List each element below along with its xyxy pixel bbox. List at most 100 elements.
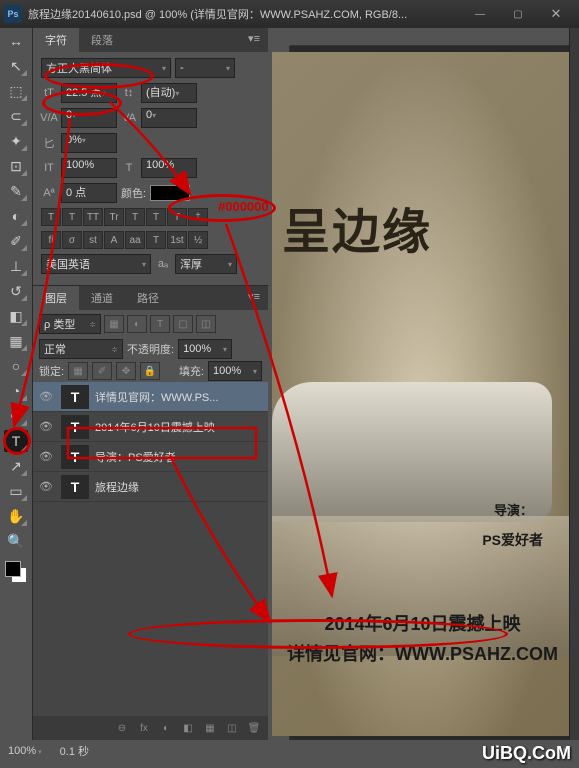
delete-layer-icon[interactable]: 🗑	[244, 720, 264, 736]
visibility-icon[interactable]: 👁	[37, 480, 55, 493]
eraser-tool[interactable]: ◧	[4, 305, 28, 327]
vscale-input[interactable]: 100%	[61, 158, 117, 178]
lock-row: 锁定: ▦ ✐ ✥ 🔒 填充: 100%▾	[33, 360, 268, 382]
document-title: 旅程边缘20140610.psd @ 100% (详情见官网：WWW.PSAHZ…	[28, 6, 461, 22]
antialiasing-select[interactable]: 浑厚▾	[175, 254, 237, 274]
titling-alt[interactable]: T	[146, 231, 166, 249]
zoom-level[interactable]: 100%▾	[8, 745, 42, 757]
tsume-icon: 匕	[41, 135, 57, 151]
layers-menu-icon[interactable]: ▾≡	[240, 286, 268, 310]
tab-paths[interactable]: 路径	[125, 286, 171, 310]
tab-paragraph[interactable]: 段落	[79, 28, 125, 52]
visibility-icon[interactable]: 👁	[37, 390, 55, 403]
group-icon[interactable]: ▦	[200, 720, 220, 736]
layer-name[interactable]: 导演：PS爱好者	[95, 449, 176, 465]
gradient-tool[interactable]: ▦	[4, 330, 28, 352]
wand-tool[interactable]: ✦	[4, 130, 28, 152]
lock-all-icon[interactable]: 🔒	[140, 362, 160, 380]
tab-character[interactable]: 字符	[33, 28, 79, 52]
layer-name[interactable]: 旅程边缘	[95, 479, 139, 495]
leading-input[interactable]: (自动)▾	[141, 83, 197, 103]
shape-tool[interactable]: ▭	[4, 480, 28, 502]
move-tool[interactable]: ↖	[4, 55, 28, 77]
tracking-icon: VA	[121, 112, 137, 124]
tab-channels[interactable]: 通道	[79, 286, 125, 310]
visibility-icon[interactable]: 👁	[37, 420, 55, 433]
pen-tool[interactable]: ✒	[4, 405, 28, 427]
filter-kind-select[interactable]: ρ 类型≑	[39, 314, 101, 334]
faux-bold[interactable]: T	[41, 208, 61, 226]
new-layer-icon[interactable]: ◫	[222, 720, 242, 736]
lock-trans-icon[interactable]: ▦	[68, 362, 88, 380]
blend-mode-select[interactable]: 正常≑	[39, 339, 123, 359]
dodge-tool[interactable]: ◔	[4, 380, 28, 402]
tab-layers[interactable]: 图层	[33, 286, 79, 310]
brush-tool[interactable]: ✐	[4, 230, 28, 252]
fill-input[interactable]: 100%▾	[208, 361, 262, 381]
color-label: 颜色:	[121, 185, 146, 201]
all-caps[interactable]: TT	[83, 208, 103, 226]
collapsed-panels[interactable]	[569, 28, 579, 740]
filter-shape-icon[interactable]: ▢	[173, 315, 193, 333]
filter-adjust-icon[interactable]: ◐	[127, 315, 147, 333]
filter-pixel-icon[interactable]: ▦	[104, 315, 124, 333]
ordinals[interactable]: 1st	[167, 231, 187, 249]
contextual-alt[interactable]: σ	[62, 231, 82, 249]
faux-italic[interactable]: T	[62, 208, 82, 226]
vscale-icon: IT	[41, 162, 57, 174]
blur-tool[interactable]: ○	[4, 355, 28, 377]
color-swatches[interactable]	[3, 559, 29, 585]
filter-type-icon[interactable]: T	[150, 315, 170, 333]
mask-icon[interactable]: ◐	[156, 720, 176, 736]
hscale-input[interactable]: 100%	[141, 158, 197, 178]
ligatures[interactable]: fi	[41, 231, 61, 249]
annotation-website-ellipse	[128, 619, 508, 649]
hand-tool[interactable]: ✋	[4, 505, 28, 527]
lasso-tool[interactable]: ⊂	[4, 105, 28, 127]
tsume-input[interactable]: 0%▾	[61, 133, 117, 153]
lock-pos-icon[interactable]: ✥	[116, 362, 136, 380]
crop-tool[interactable]: ⊡	[4, 155, 28, 177]
minimize-button[interactable]: —	[461, 4, 499, 24]
filter-smart-icon[interactable]: ◫	[196, 315, 216, 333]
opacity-input[interactable]: 100%▾	[178, 339, 232, 359]
layer-row[interactable]: 👁 T 详情见官网：WWW.PS...	[33, 382, 268, 412]
ruler-horizontal[interactable]	[290, 28, 579, 46]
tracking-input[interactable]: 0▾	[141, 108, 197, 128]
ps-logo: Ps	[4, 5, 22, 23]
layer-name[interactable]: 详情见官网：WWW.PS...	[95, 389, 218, 405]
lock-pixel-icon[interactable]: ✐	[92, 362, 112, 380]
layer-thumb-type: T	[61, 445, 89, 469]
arrange-icon[interactable]: ↔	[4, 30, 28, 52]
history-brush-tool[interactable]: ↺	[4, 280, 28, 302]
layer-row[interactable]: 👁 T 导演：PS爱好者	[33, 442, 268, 472]
layer-list: 👁 T 详情见官网：WWW.PS... 👁 T 2014年6月10日震撼上映 👁…	[33, 382, 268, 716]
layer-row[interactable]: 👁 T 旅程边缘	[33, 472, 268, 502]
path-select-tool[interactable]: ↗	[4, 455, 28, 477]
stylistic-alt[interactable]: aa	[125, 231, 145, 249]
zoom-tool[interactable]: 🔍	[4, 530, 28, 552]
baseline-input[interactable]: 0 点	[61, 183, 117, 203]
maximize-button[interactable]: ▢	[499, 4, 537, 24]
discretionary-lig[interactable]: st	[83, 231, 103, 249]
fractions[interactable]: ½	[188, 231, 208, 249]
panel-menu-icon[interactable]: ▾≡	[240, 28, 268, 52]
foreground-color[interactable]	[5, 561, 21, 577]
spot-heal-tool[interactable]: ◐	[4, 205, 28, 227]
layer-row[interactable]: 👁 T 2014年6月10日震撼上映	[33, 412, 268, 442]
adjust-icon[interactable]: ◧	[178, 720, 198, 736]
small-caps[interactable]: Tr	[104, 208, 124, 226]
close-button[interactable]: ✕	[537, 4, 575, 24]
language-select[interactable]: 美国英语▾	[41, 254, 151, 274]
layer-name[interactable]: 2014年6月10日震撼上映	[95, 419, 215, 435]
visibility-icon[interactable]: 👁	[37, 450, 55, 463]
marquee-tool[interactable]: ⬚	[4, 80, 28, 102]
swash[interactable]: A	[104, 231, 124, 249]
superscript[interactable]: T	[125, 208, 145, 226]
font-style-select[interactable]: -▾	[175, 58, 235, 78]
subscript[interactable]: T	[146, 208, 166, 226]
link-layers-icon[interactable]: ⊖	[112, 720, 132, 736]
fx-icon[interactable]: fx	[134, 720, 154, 736]
eyedropper-tool[interactable]: ✎	[4, 180, 28, 202]
stamp-tool[interactable]: ⊥	[4, 255, 28, 277]
